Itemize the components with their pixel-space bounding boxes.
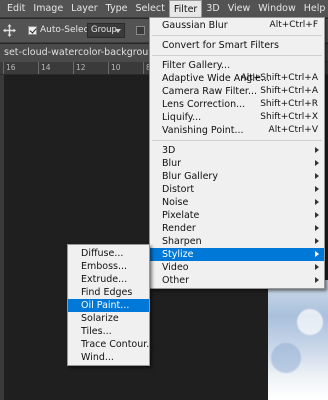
ruler-label: 16 bbox=[6, 63, 16, 72]
menu-item-label: Render bbox=[162, 223, 196, 234]
menu-item-label: Other bbox=[162, 275, 189, 286]
menu-item-video[interactable]: Video bbox=[150, 261, 324, 274]
menu-item-vanishing-point[interactable]: Vanishing Point... Alt+Ctrl+V bbox=[150, 124, 324, 137]
shortcut-label: Shift+Ctrl+R bbox=[260, 99, 318, 109]
menu-item-blur[interactable]: Blur bbox=[150, 157, 324, 170]
auto-select-target-dropdown[interactable]: Group bbox=[87, 23, 125, 38]
menu-window[interactable]: Window bbox=[254, 0, 299, 18]
menu-item-extrude[interactable]: Extrude... bbox=[68, 273, 149, 286]
menu-item-label: Extrude... bbox=[81, 274, 128, 285]
menu-bar: Edit Image Layer Type Select Filter 3D V… bbox=[0, 0, 328, 18]
submenu-arrow-icon bbox=[315, 147, 319, 153]
menu-item-convert-smart-filters[interactable]: Convert for Smart Filters bbox=[150, 39, 324, 52]
menu-item-label: Stylize bbox=[162, 249, 194, 260]
menu-edit[interactable]: Edit bbox=[0, 0, 29, 18]
ruler-label: 12 bbox=[76, 63, 86, 72]
watercolor-image[interactable] bbox=[268, 280, 328, 400]
menu-item-label: Blur bbox=[162, 158, 182, 169]
menu-item-3d[interactable]: 3D bbox=[150, 144, 324, 157]
ruler-label: 10 bbox=[111, 63, 121, 72]
menu-item-label: Tiles... bbox=[81, 326, 112, 337]
menu-item-label: Emboss... bbox=[81, 261, 128, 272]
menu-item-label: Noise bbox=[162, 197, 189, 208]
submenu-arrow-icon bbox=[315, 160, 319, 166]
submenu-arrow-icon bbox=[315, 277, 319, 283]
auto-select-target-value: Group bbox=[91, 25, 117, 35]
menu-item-liquify[interactable]: Liquify... Shift+Ctrl+X bbox=[150, 111, 324, 124]
menu-item-label: Sharpen bbox=[162, 236, 202, 247]
menu-select[interactable]: Select bbox=[132, 0, 169, 18]
menu-type[interactable]: Type bbox=[102, 0, 132, 18]
menu-help[interactable]: Help bbox=[300, 0, 328, 18]
menu-item-other[interactable]: Other bbox=[150, 274, 324, 287]
menu-item-trace-contour[interactable]: Trace Contour... bbox=[68, 338, 155, 351]
menu-item-lens-correction[interactable]: Lens Correction... Shift+Ctrl+R bbox=[150, 98, 324, 111]
menu-view[interactable]: View bbox=[224, 0, 255, 18]
menu-image[interactable]: Image bbox=[29, 0, 67, 18]
menu-item-wind[interactable]: Wind... bbox=[68, 351, 149, 364]
menu-item-label: Solarize bbox=[81, 313, 119, 324]
menu-item-gaussian-blur[interactable]: Gaussian Blur Alt+Ctrl+F bbox=[150, 19, 324, 32]
menu-item-solarize[interactable]: Solarize bbox=[68, 312, 149, 325]
menu-item-noise[interactable]: Noise bbox=[150, 196, 324, 209]
menu-item-label: Vanishing Point... bbox=[162, 125, 244, 136]
menu-item-stylize[interactable]: Stylize bbox=[150, 248, 324, 261]
show-transform-checkbox[interactable] bbox=[136, 26, 145, 35]
chevron-down-icon bbox=[115, 29, 121, 33]
menu-item-render[interactable]: Render bbox=[150, 222, 324, 235]
menu-item-label: Blur Gallery bbox=[162, 171, 218, 182]
submenu-arrow-icon bbox=[315, 251, 319, 257]
menu-item-oil-paint[interactable]: Oil Paint... bbox=[68, 299, 149, 312]
menu-separator bbox=[152, 35, 322, 36]
filter-menu: Gaussian Blur Alt+Ctrl+F Convert for Sma… bbox=[149, 17, 325, 289]
submenu-arrow-icon bbox=[315, 186, 319, 192]
ruler-label: 14 bbox=[41, 63, 51, 72]
menu-separator bbox=[152, 140, 322, 141]
menu-item-pixelate[interactable]: Pixelate bbox=[150, 209, 324, 222]
menu-item-filter-gallery[interactable]: Filter Gallery... bbox=[150, 59, 324, 72]
shortcut-label: Shift+Ctrl+A bbox=[260, 86, 318, 96]
menu-item-tiles[interactable]: Tiles... bbox=[68, 325, 149, 338]
menu-item-label: 3D bbox=[162, 145, 176, 156]
shortcut-label: Alt+Ctrl+F bbox=[269, 20, 318, 30]
menu-item-label: Oil Paint... bbox=[81, 300, 130, 311]
menu-item-sharpen[interactable]: Sharpen bbox=[150, 235, 324, 248]
menu-item-label: Filter Gallery... bbox=[162, 60, 231, 71]
submenu-arrow-icon bbox=[315, 225, 319, 231]
menu-item-adaptive-wide-angle[interactable]: Adaptive Wide Angle... Alt+Shift+Ctrl+A bbox=[150, 72, 324, 85]
move-tool-icon[interactable] bbox=[3, 24, 16, 37]
menu-item-label: Diffuse... bbox=[81, 248, 124, 259]
menu-item-distort[interactable]: Distort bbox=[150, 183, 324, 196]
menu-filter[interactable]: Filter bbox=[168, 0, 203, 18]
shortcut-label: Alt+Shift+Ctrl+A bbox=[240, 73, 318, 83]
menu-item-label: Distort bbox=[162, 184, 195, 195]
menu-3d[interactable]: 3D bbox=[202, 0, 223, 18]
menu-layer[interactable]: Layer bbox=[67, 0, 102, 18]
menu-separator bbox=[152, 55, 322, 56]
submenu-arrow-icon bbox=[315, 173, 319, 179]
menu-item-find-edges[interactable]: Find Edges bbox=[68, 286, 149, 299]
shortcut-label: Alt+Ctrl+V bbox=[268, 125, 318, 135]
menu-item-label: Liquify... bbox=[162, 112, 202, 123]
menu-item-label: Trace Contour... bbox=[81, 339, 156, 350]
auto-select-checkbox[interactable] bbox=[28, 26, 37, 35]
menu-item-label: Pixelate bbox=[162, 210, 200, 221]
stylize-submenu: Diffuse... Emboss... Extrude... Find Edg… bbox=[67, 244, 155, 366]
menu-item-label: Lens Correction... bbox=[162, 99, 246, 110]
menu-item-camera-raw-filter[interactable]: Camera Raw Filter... Shift+Ctrl+A bbox=[150, 85, 324, 98]
menu-item-label: Wind... bbox=[81, 352, 114, 363]
menu-item-label: Video bbox=[162, 262, 189, 273]
submenu-arrow-icon bbox=[315, 199, 319, 205]
menu-item-blur-gallery[interactable]: Blur Gallery bbox=[150, 170, 324, 183]
submenu-arrow-icon bbox=[315, 264, 319, 270]
menu-item-emboss[interactable]: Emboss... bbox=[68, 260, 149, 273]
submenu-arrow-icon bbox=[315, 238, 319, 244]
shortcut-label: Shift+Ctrl+X bbox=[260, 112, 318, 122]
menu-item-label: Find Edges bbox=[81, 287, 133, 298]
menu-item-label: Convert for Smart Filters bbox=[162, 40, 279, 51]
menu-item-diffuse[interactable]: Diffuse... bbox=[68, 247, 149, 260]
menu-item-label: Gaussian Blur bbox=[162, 20, 228, 31]
submenu-arrow-icon bbox=[315, 212, 319, 218]
menu-item-label: Camera Raw Filter... bbox=[162, 86, 258, 97]
